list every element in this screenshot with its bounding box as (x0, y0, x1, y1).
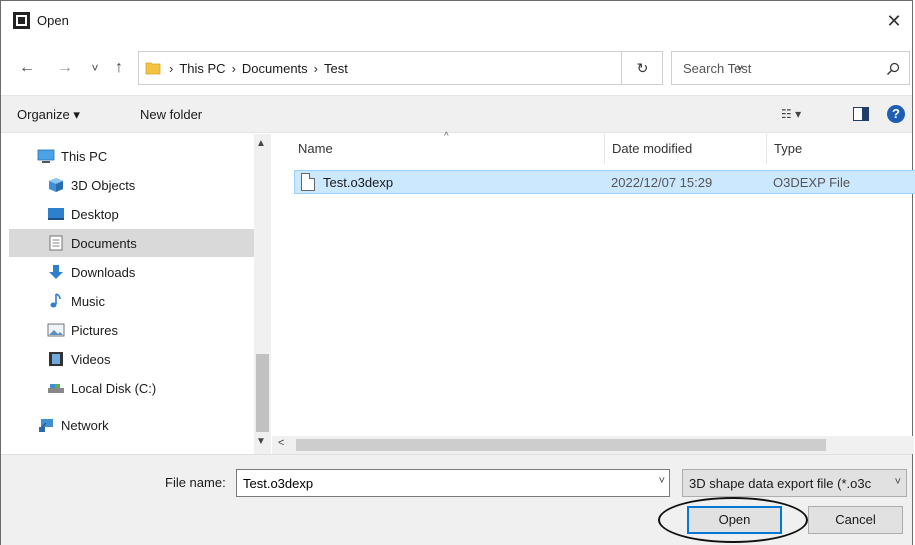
app-icon (13, 12, 30, 29)
file-name-field[interactable] (243, 471, 643, 495)
change-view-button[interactable]: ☷ ▾ (781, 107, 801, 121)
navigation-scrollbar[interactable]: ▲ ▼ (254, 134, 271, 454)
file-list: ^ Name Date modified Type Test.o3dexp 20… (272, 131, 915, 454)
sidebar-item-label: Network (61, 417, 109, 433)
sidebar-item-label: Local Disk (C:) (71, 380, 157, 396)
address-bar[interactable]: › This PC › Documents › Test ˅ (138, 51, 743, 85)
music-note-icon (50, 293, 61, 308)
horizontal-scrollbar-thumb[interactable] (296, 439, 826, 451)
command-bar: Organize ▾ New folder ☷ ▾ ? (1, 95, 912, 133)
sidebar-item-network[interactable]: Network (37, 411, 109, 439)
breadcrumb-separator: › (231, 61, 236, 76)
sort-ascending-icon: ^ (444, 131, 449, 142)
sidebar-item-3d-objects[interactable]: 3D Objects (47, 171, 135, 199)
search-icon (887, 62, 900, 75)
file-name-label: File name: (165, 475, 226, 490)
sidebar-item-label: Pictures (71, 322, 118, 338)
title-bar: Open ✕ (1, 1, 912, 41)
preview-pane-icon[interactable] (853, 107, 869, 121)
search-placeholder: Search Test (683, 61, 752, 76)
new-folder-button[interactable]: New folder (140, 107, 202, 122)
sidebar-item-local-disk[interactable]: Local Disk (C:) (47, 374, 156, 402)
breadcrumb-separator: › (169, 61, 174, 76)
breadcrumb-separator: › (313, 61, 319, 76)
film-icon (49, 352, 63, 366)
organize-button[interactable]: Organize ▾ (17, 107, 80, 123)
file-type-selected-value: 3D shape data export file (*.o3c (689, 476, 872, 491)
document-icon (49, 235, 63, 251)
sidebar-item-music[interactable]: Music (47, 287, 105, 315)
close-icon[interactable]: ✕ (880, 7, 908, 35)
sidebar-item-desktop[interactable]: Desktop (47, 200, 119, 228)
column-header-row: ^ Name Date modified Type (272, 131, 914, 164)
column-divider[interactable] (604, 134, 605, 164)
sidebar-item-label: Downloads (71, 264, 136, 280)
refresh-icon[interactable]: ↻ (621, 51, 663, 85)
window-title: Open (37, 13, 69, 28)
dialog-footer: File name: ˅ 3D shape data export file (… (1, 454, 912, 545)
scroll-down-arrow-icon[interactable]: ▼ (256, 436, 266, 447)
file-type: O3DEXP File (773, 175, 851, 190)
pictures-icon (47, 323, 65, 337)
file-row-selected[interactable]: Test.o3dexp 2022/12/07 15:29 O3DEXP File (294, 170, 915, 194)
file-name: Test.o3dexp (323, 175, 394, 190)
folder-icon (145, 62, 161, 75)
download-arrow-icon (49, 265, 63, 279)
sidebar-item-label: 3D Objects (71, 177, 136, 193)
scroll-up-arrow-icon[interactable]: ▲ (256, 138, 266, 149)
scrollbar-thumb[interactable] (256, 354, 269, 432)
sidebar-item-label: Music (71, 293, 105, 309)
horizontal-scrollbar[interactable]: < (272, 436, 914, 454)
column-divider[interactable] (766, 134, 767, 164)
sidebar-item-this-pc[interactable]: This PC (37, 142, 107, 170)
file-icon (301, 173, 315, 191)
sidebar-item-label: This PC (61, 148, 108, 164)
sidebar-item-label: Videos (71, 351, 111, 367)
sidebar-item-downloads[interactable]: Downloads (47, 258, 135, 286)
chevron-down-icon[interactable]: ˅ (659, 475, 665, 487)
sidebar-item-pictures[interactable]: Pictures (47, 316, 118, 344)
address-row: ← → ˅ ↑ › This PC › Documents › Test ˅ ↻… (1, 51, 912, 85)
sidebar-item-label: Desktop (71, 206, 119, 222)
column-header-type[interactable]: Type (774, 141, 802, 156)
sidebar-item-documents[interactable]: Documents (9, 229, 254, 257)
network-icon (39, 419, 53, 432)
breadcrumb-this-pc[interactable]: This PC (179, 61, 225, 76)
sidebar-item-videos[interactable]: Videos (47, 345, 111, 373)
file-date-modified: 2022/12/07 15:29 (611, 175, 713, 190)
file-name-combobox[interactable]: ˅ (236, 469, 670, 497)
scroll-left-arrow-icon[interactable]: < (278, 437, 284, 449)
monitor-icon (37, 149, 55, 163)
breadcrumb-documents[interactable]: Documents (242, 61, 308, 76)
breadcrumb-test[interactable]: Test (324, 61, 348, 76)
cube-icon (49, 178, 63, 192)
desktop-icon (48, 208, 64, 220)
chevron-down-icon[interactable]: ˅ (895, 476, 901, 488)
navigation-pane: This PC 3D Objects Desktop Documents Dow… (1, 134, 272, 454)
back-arrow-icon[interactable]: ← (17, 58, 37, 78)
open-dialog: Open ✕ ← → ˅ ↑ › This PC › Documents › T… (0, 0, 915, 545)
sidebar-item-label: Documents (71, 235, 137, 251)
up-arrow-icon[interactable]: ↑ (109, 58, 129, 78)
help-icon[interactable]: ? (887, 105, 905, 123)
recent-locations-chevron-icon[interactable]: ˅ (85, 58, 105, 78)
column-header-date-modified[interactable]: Date modified (612, 141, 692, 156)
drive-icon (48, 384, 64, 393)
forward-arrow-icon[interactable]: → (55, 58, 75, 78)
column-header-name[interactable]: Name (298, 141, 333, 156)
open-button[interactable]: Open (687, 506, 782, 534)
cancel-button[interactable]: Cancel (808, 506, 903, 534)
file-type-select[interactable]: 3D shape data export file (*.o3c ˅ (682, 469, 907, 497)
breadcrumb: › This PC › Documents › Test (169, 61, 348, 76)
search-input[interactable]: Search Test (671, 51, 910, 85)
